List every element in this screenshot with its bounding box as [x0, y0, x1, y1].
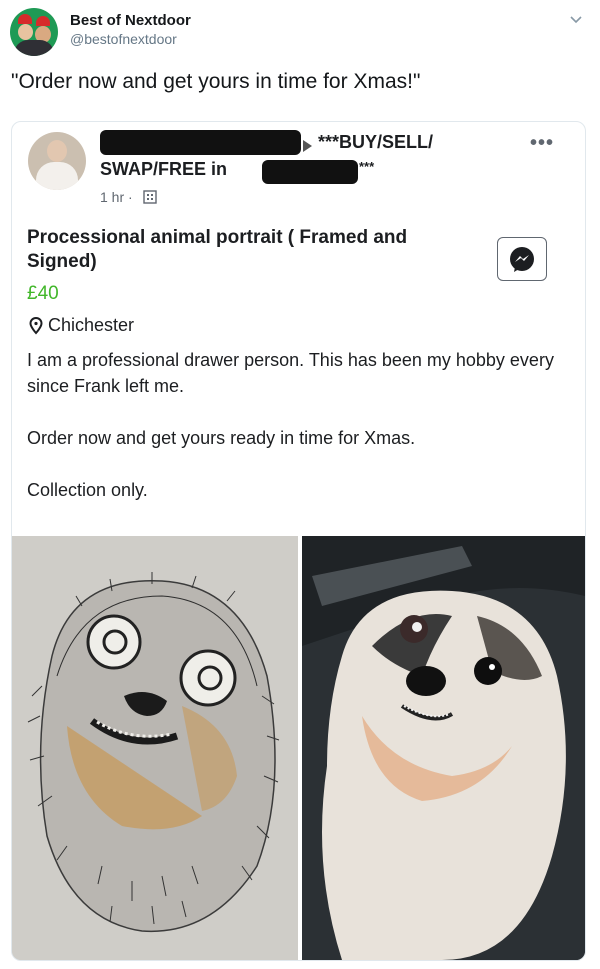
listing-description: I am a professional drawer person. This …: [27, 347, 567, 503]
poster-avatar[interactable]: [28, 132, 86, 190]
post-card: ***BUY/SELL/ SWAP/FREE in *** 1 hr · •••…: [11, 121, 586, 961]
messenger-icon: [510, 247, 534, 272]
tweet-text: "Order now and get yours in time for Xma…: [11, 70, 421, 93]
author-avatar[interactable]: [10, 8, 58, 56]
group-name-line1[interactable]: ***BUY/SELL/: [318, 132, 433, 153]
location-pin-icon: [29, 317, 43, 335]
description-line: Collection only.: [27, 480, 148, 500]
author-name[interactable]: Best of Nextdoor: [70, 12, 191, 29]
listing-title: Processional animal portrait ( Framed an…: [27, 227, 408, 272]
description-line: Order now and get yours ready in time fo…: [27, 428, 416, 448]
post-time[interactable]: 1 hr ·: [100, 189, 133, 205]
group-privacy-icon: [143, 190, 157, 204]
author-handle[interactable]: @bestofnextdoor: [70, 31, 177, 47]
listing-price: £40: [27, 283, 59, 304]
message-button[interactable]: [497, 237, 547, 281]
more-options-icon[interactable]: •••: [530, 132, 554, 155]
redacted-name: [100, 130, 301, 155]
listing-location: Chichester: [48, 315, 135, 335]
redacted-location: [262, 160, 358, 184]
group-name-stars: ***: [359, 159, 375, 174]
portrait-drawing-image[interactable]: [12, 536, 298, 960]
group-name-line2[interactable]: SWAP/FREE in: [100, 159, 227, 180]
chevron-down-icon[interactable]: [568, 12, 584, 28]
arrow-right-icon: [303, 140, 312, 152]
description-line: I am a professional drawer person. This …: [27, 350, 554, 396]
dog-photo-image[interactable]: [302, 536, 585, 960]
tweet-header: Best of Nextdoor @bestofnextdoor: [0, 0, 600, 60]
